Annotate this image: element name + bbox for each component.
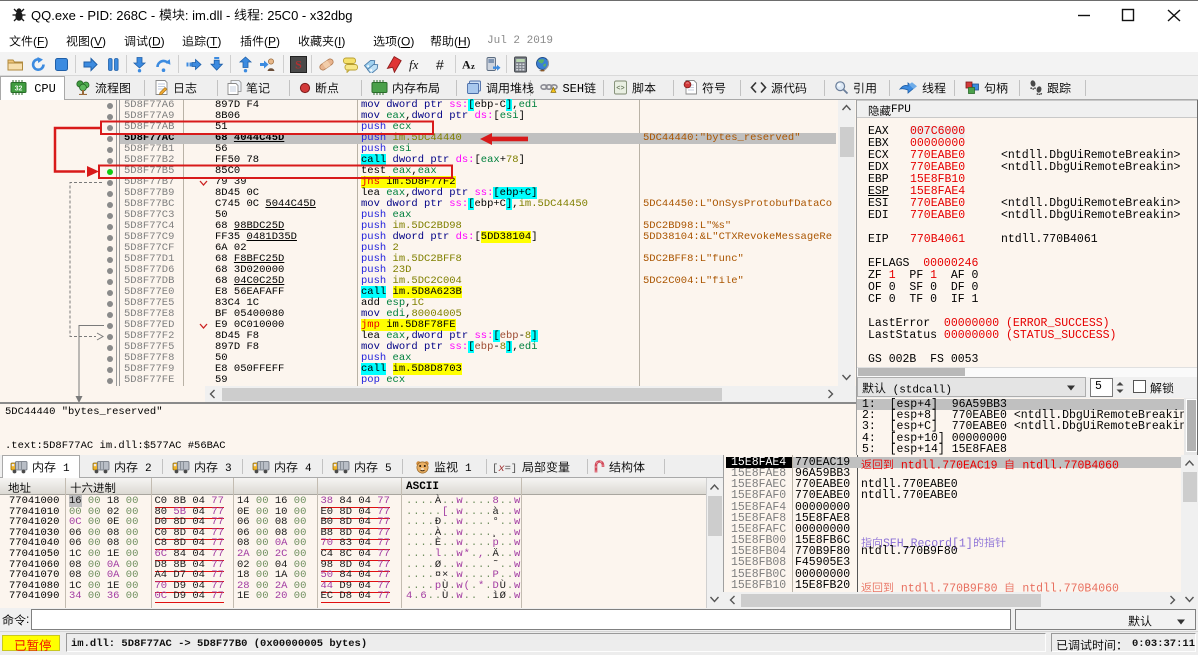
svg-text:S: S bbox=[295, 58, 302, 72]
svg-text:z: z bbox=[471, 61, 475, 71]
svg-text:<>: <> bbox=[616, 85, 624, 93]
svg-text:#: # bbox=[436, 57, 444, 73]
svg-text:A: A bbox=[462, 58, 471, 72]
svg-text:fx: fx bbox=[409, 57, 419, 72]
svg-text:32: 32 bbox=[15, 86, 23, 93]
